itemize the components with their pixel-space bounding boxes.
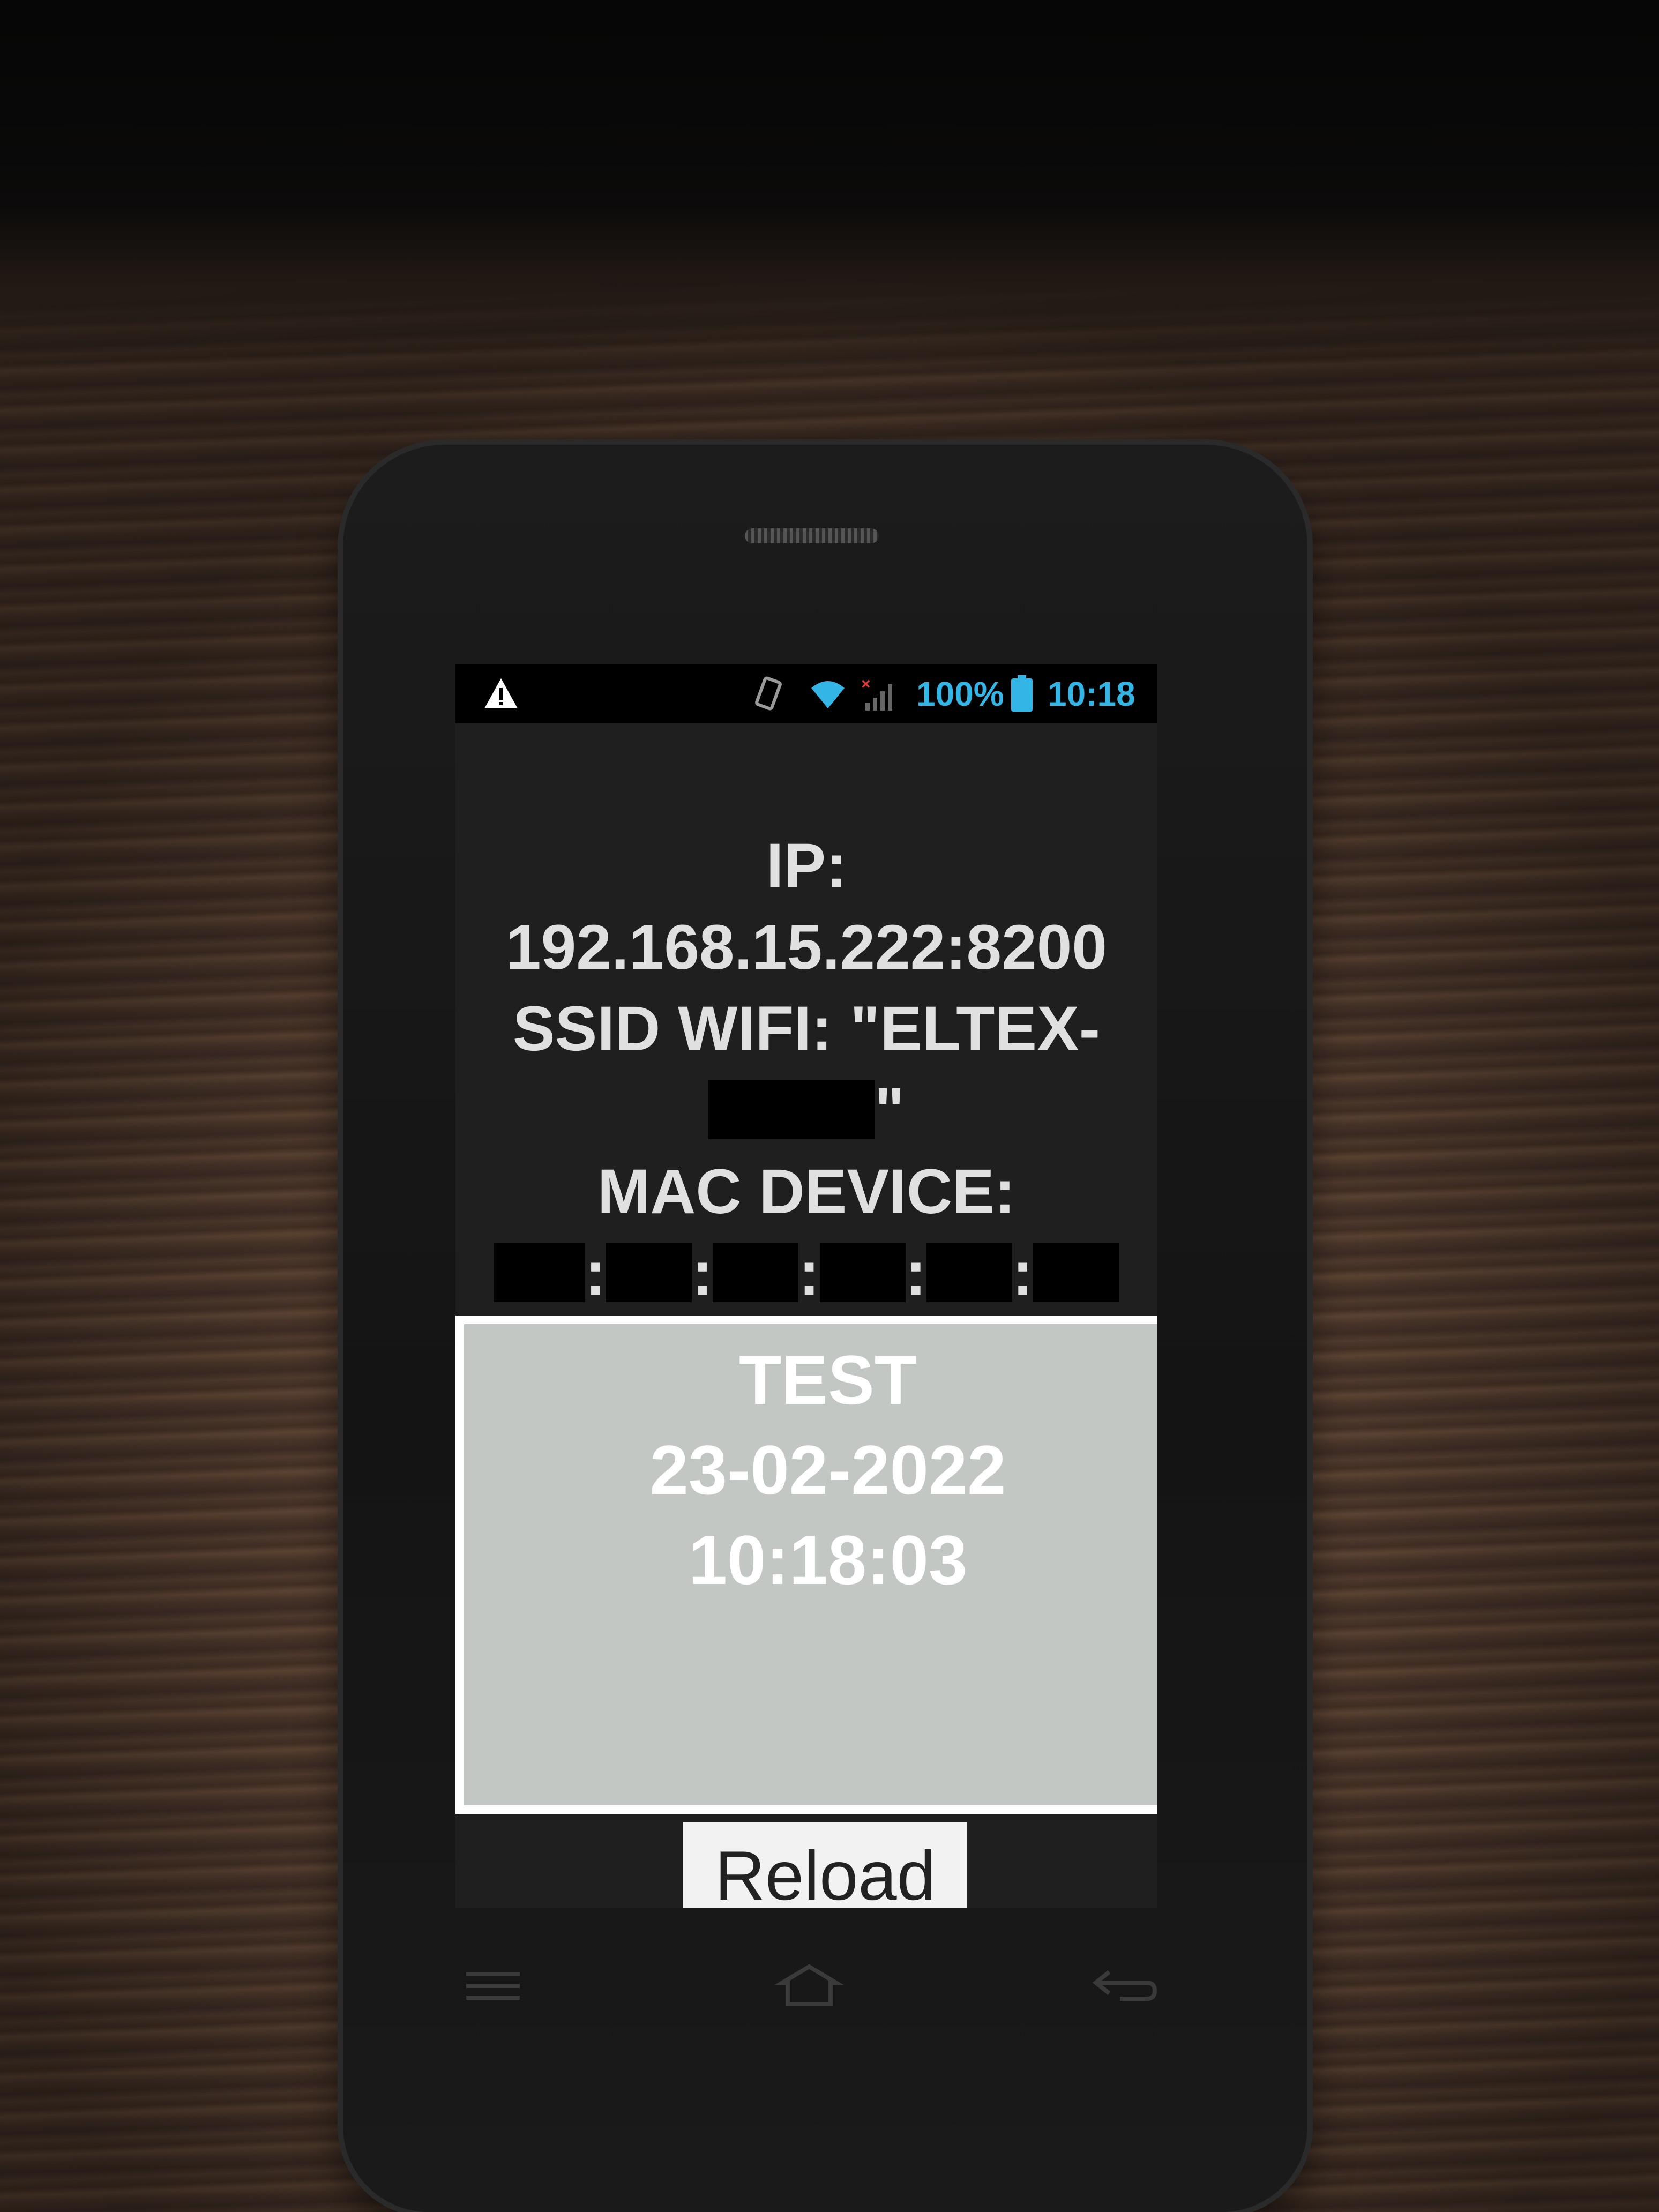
battery-percent: 100%	[916, 675, 1004, 713]
status-clock: 10:18	[1048, 675, 1135, 713]
ssid-line-2: "	[455, 1070, 1157, 1151]
test-title: TEST	[738, 1341, 917, 1419]
redacted-block	[713, 1243, 799, 1302]
mac-value: :::::	[455, 1232, 1157, 1314]
phone-screen: × 100% 10:18 IP: 192.168.15.222:8200 SSI…	[455, 664, 1157, 1908]
redacted-block	[1033, 1243, 1119, 1302]
redacted-block	[926, 1243, 1012, 1302]
test-date: 23-02-2022	[649, 1431, 1006, 1509]
mac-separator: :	[798, 1238, 820, 1309]
mac-separator: :	[905, 1238, 926, 1309]
back-icon[interactable]	[1088, 1961, 1163, 2009]
no-signal-icon: ×	[861, 675, 892, 711]
wifi-icon	[811, 681, 845, 708]
navigation-bar	[423, 1961, 1200, 2015]
screen-rotation-icon	[755, 676, 782, 711]
warning-triangle-icon	[484, 678, 518, 708]
mac-separator: :	[692, 1238, 713, 1309]
ssid-suffix: "	[875, 1075, 905, 1146]
earpiece-speaker	[745, 528, 879, 543]
mac-label: MAC DEVICE:	[597, 1156, 1016, 1227]
mac-separator: :	[1012, 1238, 1034, 1309]
redacted-block	[819, 1243, 906, 1302]
home-icon[interactable]	[772, 1961, 847, 2009]
menu-icon[interactable]	[455, 1961, 530, 2009]
connection-info: IP: 192.168.15.222:8200 SSID WIFI: "ELTE…	[455, 825, 1157, 1314]
test-time: 10:18:03	[688, 1521, 968, 1599]
ip-label: IP:	[766, 831, 847, 901]
mac-separator: :	[585, 1238, 607, 1309]
redacted-block	[494, 1243, 585, 1302]
reload-button[interactable]: Reload	[683, 1822, 967, 1908]
redacted-block	[708, 1080, 875, 1139]
status-bar: × 100% 10:18	[455, 664, 1157, 723]
redacted-block	[606, 1243, 692, 1302]
ssid-line-1: SSID WIFI: "ELTEX-	[512, 993, 1101, 1064]
ip-value: 192.168.15.222:8200	[505, 912, 1108, 983]
battery-full-icon	[1011, 675, 1033, 712]
test-message-box: TEST 23-02-2022 10:18:03	[455, 1316, 1157, 1814]
svg-text:×: ×	[861, 675, 871, 693]
